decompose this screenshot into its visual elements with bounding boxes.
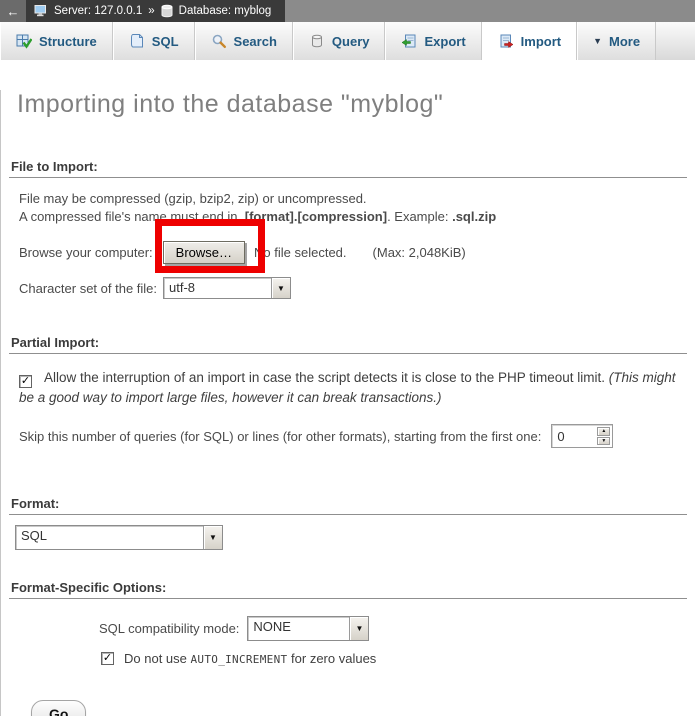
spinner-down-icon[interactable]: ▼ — [597, 437, 610, 446]
allow-interrupt-text: Allow the interruption of an import in c… — [44, 370, 609, 385]
charset-row: Character set of the file: utf-8 ▼ — [19, 277, 695, 299]
skip-label: Skip this number of queries (for SQL) or… — [19, 429, 541, 444]
compression-line2-mid: . Example: — [387, 209, 452, 224]
zero-values-code: AUTO_INCREMENT — [191, 653, 288, 666]
sql-compat-row: SQL compatibility mode: NONE ▼ — [99, 616, 695, 641]
tabbar-filler — [656, 22, 695, 60]
more-arrow-icon: ▼ — [593, 36, 602, 46]
charset-value: utf-8 — [164, 278, 271, 298]
skip-row: Skip this number of queries (for SQL) or… — [19, 424, 695, 448]
skip-number-input[interactable]: 0 ▲ ▼ — [551, 424, 613, 448]
charset-label: Character set of the file: — [19, 281, 157, 296]
back-button[interactable]: ← — [0, 0, 26, 22]
max-size-text: (Max: 2,048KiB) — [373, 245, 466, 260]
skip-value: 0 — [552, 425, 595, 447]
zero-values-text: Do not use AUTO_INCREMENT for zero value… — [124, 651, 376, 666]
spinner-up-icon[interactable]: ▲ — [597, 427, 610, 436]
export-icon — [401, 33, 417, 49]
browse-button[interactable]: Browse… — [163, 241, 245, 264]
tab-query[interactable]: Query — [293, 22, 386, 60]
tab-export[interactable]: Export — [385, 22, 481, 60]
chevron-down-icon: ▼ — [271, 278, 290, 298]
main-content: Importing into the database "myblog" Fil… — [0, 90, 695, 716]
browse-label: Browse your computer: — [19, 245, 153, 260]
zero-values-option: ✓ Do not use AUTO_INCREMENT for zero val… — [101, 651, 695, 666]
compression-format-bold: .[format].[compression] — [241, 209, 387, 224]
allow-interrupt-option: ✓ Allow the interruption of an import in … — [19, 368, 681, 407]
query-icon — [309, 33, 325, 49]
no-file-text: No file selected. — [254, 245, 347, 260]
sql-icon — [129, 33, 145, 49]
compression-line2-prefix: A compressed file's name must end in — [19, 209, 241, 224]
spinner-controls: ▲ ▼ — [595, 425, 612, 447]
back-arrow-icon: ← — [7, 4, 20, 19]
breadcrumb: ← Server: 127.0.0.1 » Database: myblog — [0, 0, 695, 22]
tab-label: SQL — [152, 34, 179, 49]
tab-import[interactable]: Import — [482, 22, 577, 60]
allow-interrupt-checkbox[interactable]: ✓ — [19, 375, 32, 388]
charset-select[interactable]: utf-8 ▼ — [163, 277, 291, 299]
compression-line1: File may be compressed (gzip, bzip2, zip… — [19, 191, 367, 206]
zero-values-checkbox[interactable]: ✓ — [101, 652, 114, 665]
tab-search[interactable]: Search — [195, 22, 293, 60]
zero-values-prefix: Do not use — [124, 651, 191, 666]
section-heading-format: Format: — [9, 496, 687, 515]
zero-values-suffix: for zero values — [287, 651, 376, 666]
database-label[interactable]: Database: myblog — [179, 5, 272, 17]
breadcrumb-separator: » — [148, 5, 154, 17]
page-title: Importing into the database "myblog" — [17, 90, 695, 119]
database-icon — [161, 4, 173, 18]
tab-label: Search — [234, 34, 277, 49]
import-icon — [498, 33, 514, 49]
phpmyadmin-import-page: ← Server: 127.0.0.1 » Database: myblog S… — [0, 0, 695, 716]
server-label[interactable]: Server: 127.0.0.1 — [54, 5, 142, 17]
tab-structure[interactable]: Structure — [0, 22, 113, 60]
tab-label: Export — [424, 34, 465, 49]
format-select[interactable]: SQL ▼ — [15, 525, 223, 550]
tab-label: Import — [521, 34, 561, 49]
chevron-down-icon: ▼ — [203, 526, 222, 549]
tab-bar: Structure SQL Search Query Export — [0, 22, 695, 60]
go-button[interactable]: Go — [31, 700, 86, 716]
sql-compat-value: NONE — [248, 617, 349, 640]
tab-label: Structure — [39, 34, 97, 49]
section-heading-partial: Partial Import: — [9, 335, 687, 354]
compression-note: File may be compressed (gzip, bzip2, zip… — [19, 190, 679, 226]
browse-row: Browse your computer: Browse… No file se… — [19, 241, 695, 264]
section-heading-format-options: Format-Specific Options: — [9, 580, 687, 599]
section-heading-file: File to Import: — [9, 159, 687, 178]
sql-compat-label: SQL compatibility mode: — [99, 621, 239, 636]
tab-label: Query — [332, 34, 370, 49]
tab-label: More — [609, 34, 640, 49]
strip-filler — [285, 0, 695, 22]
compression-example-bold: .sql.zip — [452, 209, 496, 224]
breadcrumb-segment: Server: 127.0.0.1 » Database: myblog — [26, 0, 285, 22]
tab-sql[interactable]: SQL — [113, 22, 195, 60]
server-icon — [34, 4, 48, 18]
chevron-down-icon: ▼ — [349, 617, 368, 640]
tab-more[interactable]: ▼ More — [577, 22, 656, 60]
search-icon — [211, 33, 227, 49]
structure-icon — [16, 33, 32, 49]
sql-compat-select[interactable]: NONE ▼ — [247, 616, 369, 641]
format-value: SQL — [16, 526, 203, 549]
